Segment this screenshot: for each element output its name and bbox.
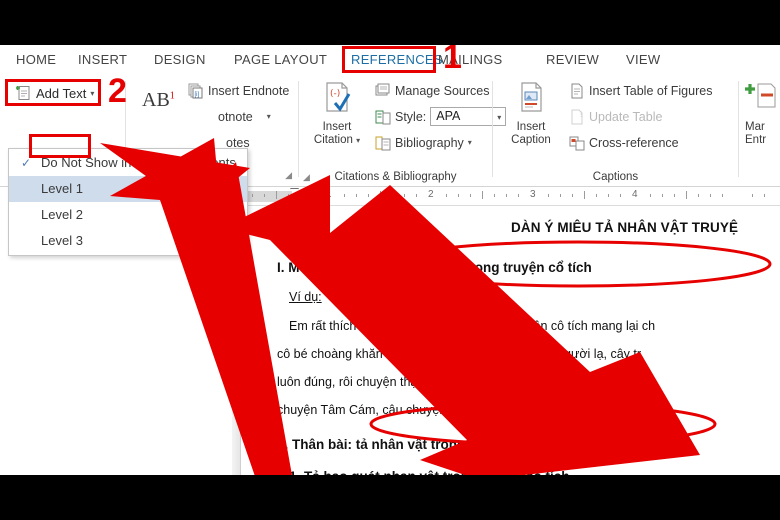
manage-sources-label: Manage Sources [395, 83, 490, 98]
insert-caption-label-2: Caption [511, 133, 551, 146]
letterbox-top [0, 0, 780, 45]
screenshot-root: HOME INSERT DESIGN PAGE LAYOUT REFERENCE… [0, 0, 780, 520]
manage-sources-icon [375, 83, 390, 95]
insert-caption-icon [499, 81, 563, 121]
bibliography-icon [375, 136, 391, 150]
chevron-down-icon-next-footnote: ▾ [266, 112, 271, 121]
add-text-icon [16, 86, 30, 100]
document-page[interactable]: DÀN Ý MIÊU TẢ NHÂN VẬT TRUYỆ I. Mở bài: … [240, 206, 780, 475]
document-paragraph-line-1: Em rất thích đọc truyện cô tích, mỗi câu… [289, 319, 656, 333]
style-label: Style: [395, 109, 427, 124]
style-icon [375, 110, 391, 124]
ribbon-tab-bar: HOME INSERT DESIGN PAGE LAYOUT REFERENCE… [0, 45, 780, 75]
horizontal-ruler[interactable]: 1 2 3 4 [240, 187, 780, 206]
menu-item-label-do-not-show: Do Not Show in Table of Contents [41, 155, 236, 170]
ruler-number-1: 1 [326, 189, 332, 200]
citation-style-row: Style: APA ▾ [375, 107, 507, 126]
tab-home[interactable]: HOME [10, 47, 62, 73]
group-title-captions: Captions [592, 171, 639, 183]
insert-table-of-figures-button[interactable]: Insert Table of Figures [569, 81, 712, 100]
mark-entry-label-1: Mar [745, 121, 765, 133]
insert-endnote-label: Insert Endnote [208, 83, 290, 98]
insert-citation-label-2: Citation ▾ [313, 133, 361, 146]
add-text-dropdown-menu[interactable]: ✓ Do Not Show in Table of Contents Level… [8, 148, 248, 256]
insert-table-of-figures-label: Insert Table of Figures [589, 83, 713, 98]
group-title-citations: Citations & Bibliography [334, 171, 457, 183]
insert-citation-label-1: Insert [322, 121, 352, 133]
check-icon: ✓ [20, 156, 32, 170]
insert-caption-label-1: Insert [516, 121, 546, 133]
group-captions: Insert Caption Insert Table of Figures !… [493, 75, 738, 187]
ruler-number-3: 3 [530, 189, 536, 200]
tab-view[interactable]: VIEW [620, 47, 666, 73]
insert-endnote-icon: [i] [188, 83, 203, 98]
group-index: Mar Entr [739, 75, 780, 187]
menu-item-label-level-3: Level 3 [41, 233, 83, 248]
footnotes-dialog-launcher[interactable]: ◢ [285, 170, 292, 181]
tab-insert[interactable]: INSERT [72, 47, 133, 73]
mark-entry-icon [745, 81, 780, 121]
update-table-icon: ! [571, 109, 583, 124]
document-heading-2: II. Thân bài: tả nhân vật trong truyện c… [277, 437, 558, 452]
document-title: DÀN Ý MIÊU TẢ NHÂN VẬT TRUYỆ [511, 220, 739, 235]
ruler-number-2: 2 [428, 189, 434, 200]
insert-caption-button[interactable]: Insert Caption [499, 81, 563, 146]
cross-reference-label: Cross-reference [589, 135, 679, 150]
cross-reference-icon [569, 136, 585, 150]
cross-reference-button[interactable]: Cross-reference [569, 133, 679, 152]
table-of-figures-icon [571, 83, 583, 98]
letterbox-bottom [0, 475, 780, 520]
mark-entry-label-2: Entr [745, 133, 767, 146]
tab-page-layout[interactable]: PAGE LAYOUT [228, 47, 333, 73]
update-table-button: ! Update Table [569, 107, 662, 126]
mark-entry-button[interactable]: Mar Entr [745, 81, 780, 146]
menu-item-label-level-1: Level 1 [41, 181, 83, 196]
menu-item-level-1[interactable]: Level 1 [9, 176, 247, 202]
ruler-number-4: 4 [632, 189, 638, 200]
insert-endnote-button[interactable]: [i] Insert Endnote [188, 81, 289, 100]
document-paragraph-line-2: cô bé choàng khăn đỏ dạy chúng ta không … [277, 347, 642, 361]
add-text-button[interactable]: Add Text ▾ [10, 81, 101, 105]
word-window: HOME INSERT DESIGN PAGE LAYOUT REFERENCE… [0, 45, 780, 475]
chevron-down-icon-citation: ▾ [356, 135, 361, 145]
next-footnote-label: otnote [218, 109, 253, 124]
group-citations-bibliography: (-) Insert Citation ▾ Manage Sources Sty… [299, 75, 507, 187]
menu-item-level-2[interactable]: Level 2 [9, 202, 247, 228]
svg-text:!: ! [580, 110, 582, 119]
insert-citation-icon: (-) [305, 81, 369, 121]
menu-item-do-not-show[interactable]: ✓ Do Not Show in Table of Contents [9, 150, 247, 176]
bibliography-label: Bibliography [395, 135, 464, 150]
document-paragraph-line-3: luôn đúng, rôi chuyện thạch sanh dạy chú… [277, 375, 642, 389]
svg-text:[i]: [i] [195, 92, 200, 98]
tab-review[interactable]: REVIEW [540, 47, 605, 73]
menu-item-label-level-2: Level 2 [41, 207, 83, 222]
update-table-label: Update Table [589, 109, 663, 124]
manage-sources-button[interactable]: Manage Sources [375, 81, 490, 100]
insert-citation-button[interactable]: (-) Insert Citation ▾ [305, 81, 369, 147]
bibliography-button[interactable]: Bibliography ▾ [375, 133, 472, 152]
ruler-strip [240, 191, 780, 202]
add-text-label: Add Text [36, 85, 87, 101]
svg-text:(-): (-) [330, 89, 340, 99]
tab-design[interactable]: DESIGN [148, 47, 212, 73]
chevron-down-icon: ▾ [90, 88, 95, 98]
tab-mailings[interactable]: MAILINGS [432, 47, 509, 73]
document-example-label: Ví dụ: [289, 290, 322, 304]
next-footnote-button[interactable]: otnote ▾ [218, 107, 271, 126]
document-paragraph-line-4: chuyện Tâm Cám, câu chuyện nói về nhận v… [277, 403, 647, 417]
insert-footnote-button[interactable]: AB1 [142, 89, 175, 112]
chevron-down-icon-bibliography: ▾ [467, 138, 472, 147]
document-heading-1: I. Mở bài: giới thiệu nhân vật trong tru… [277, 260, 592, 275]
citation-style-value: APA [436, 109, 461, 123]
menu-item-level-3[interactable]: Level 3 [9, 228, 247, 254]
